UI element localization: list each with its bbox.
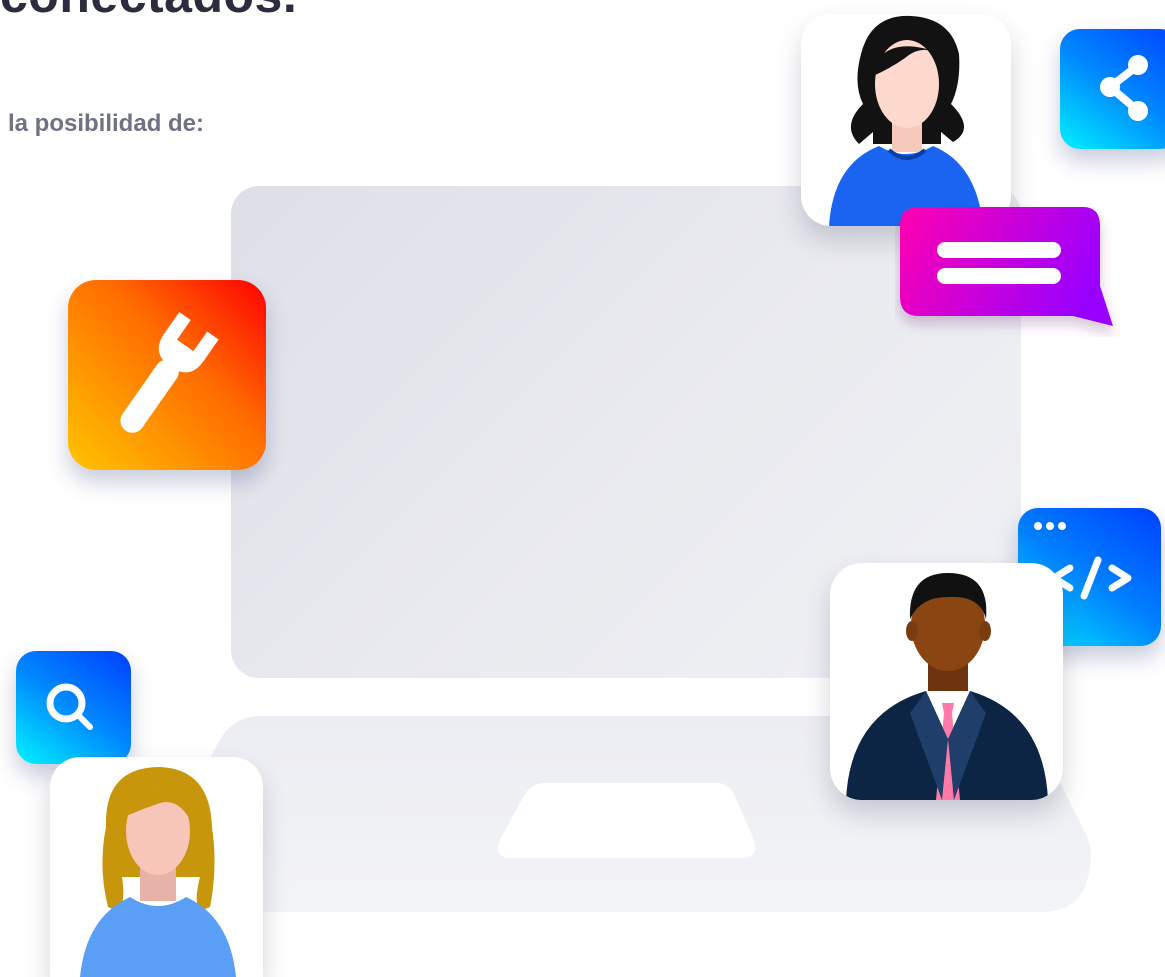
search-tile[interactable] bbox=[16, 651, 131, 764]
share-icon bbox=[1100, 55, 1148, 121]
wrench-icon bbox=[120, 311, 219, 433]
person-avatar-icon bbox=[80, 767, 236, 977]
avatar-woman-dark-hair bbox=[801, 14, 1011, 226]
share-tile[interactable] bbox=[1060, 29, 1165, 149]
avatar-man-suit bbox=[830, 563, 1063, 800]
person-avatar-icon bbox=[846, 573, 1048, 800]
chat-icon[interactable] bbox=[895, 202, 1120, 337]
person-avatar-icon bbox=[829, 15, 983, 226]
search-icon bbox=[46, 683, 93, 730]
tools-tile[interactable] bbox=[68, 280, 266, 470]
trackpad bbox=[497, 783, 756, 858]
avatar-woman-curly-hair bbox=[50, 757, 263, 977]
